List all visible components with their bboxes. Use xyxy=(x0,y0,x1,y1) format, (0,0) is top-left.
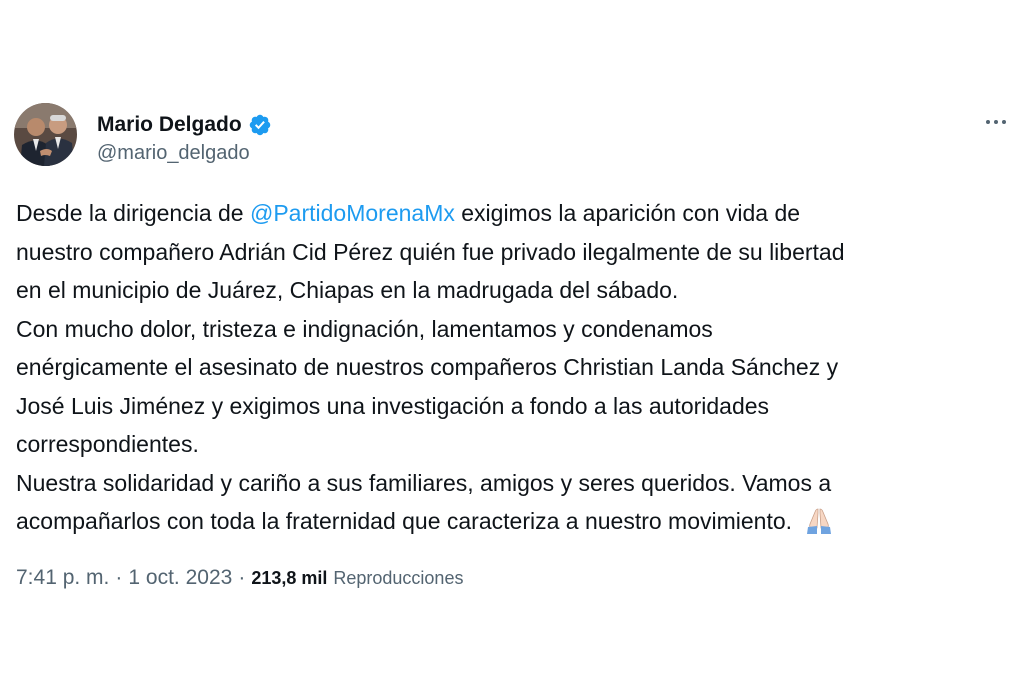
meta-separator: · xyxy=(238,566,246,589)
views-label[interactable]: Reproducciones xyxy=(333,568,463,589)
tweet-text-line: enérgicamente el asesinato de nuestros c… xyxy=(16,354,839,380)
tweet-text-line: acompañarlos con toda la fraternidad que… xyxy=(16,502,1016,541)
tweet-text-segment: acompañarlos con toda la fraternidad que… xyxy=(16,508,793,534)
tweet-date-link[interactable]: 1 oct. 2023 xyxy=(128,566,232,590)
tweet-text-segment: Desde la dirigencia de xyxy=(16,200,250,226)
more-horizontal-icon-dot xyxy=(1002,120,1006,124)
author-handle[interactable]: @mario_delgado xyxy=(97,142,272,165)
mention-link[interactable]: @PartidoMorenaMx xyxy=(250,200,455,226)
tweet-text-line: correspondientes. xyxy=(16,431,199,457)
views-count[interactable]: 213,8 mil xyxy=(251,568,327,589)
folded-hands-emoji-icon xyxy=(804,507,834,535)
more-horizontal-icon-dot xyxy=(994,120,998,124)
avatar-image-icon xyxy=(14,103,77,166)
more-horizontal-icon-dot xyxy=(986,120,990,124)
tweet-text-line: nuestro compañero Adrián Cid Pérez quién… xyxy=(16,238,845,265)
tweet-text-segment: exigimos la aparición con vida de xyxy=(454,200,801,226)
verified-badge-icon[interactable] xyxy=(248,113,272,137)
tweet-header: Mario Delgado @mario_delgado xyxy=(14,103,272,173)
avatar[interactable] xyxy=(14,103,77,166)
tweet-text-line: Nuestra solidaridad y cariño a sus famil… xyxy=(16,469,832,496)
more-options-button[interactable] xyxy=(978,110,1014,134)
tweet-text-line: en el municipio de Juárez, Chiapas en la… xyxy=(16,277,679,303)
tweet-text-line: José Luis Jiménez y exigimos una investi… xyxy=(16,392,770,419)
author-display-name[interactable]: Mario Delgado xyxy=(97,113,242,137)
tweet-time-link[interactable]: 7:41 p. m. xyxy=(16,566,109,590)
name-row: Mario Delgado xyxy=(97,110,272,140)
tweet-text: Desde la dirigencia de @PartidoMorenaMx … xyxy=(16,194,1016,541)
meta-separator: · xyxy=(115,566,123,589)
tweet-text-line: Desde la dirigencia de @PartidoMorenaMx … xyxy=(16,194,1016,233)
author-names: Mario Delgado @mario_delgado xyxy=(97,110,272,165)
tweet-meta: 7:41 p. m. · 1 oct. 2023 · 213,8 mil Rep… xyxy=(16,566,463,590)
tweet-card[interactable]: Mario Delgado @mario_delgado Desde la di… xyxy=(0,0,1024,683)
tweet-text-line: Con mucho dolor, tristeza e indignación,… xyxy=(16,315,713,342)
